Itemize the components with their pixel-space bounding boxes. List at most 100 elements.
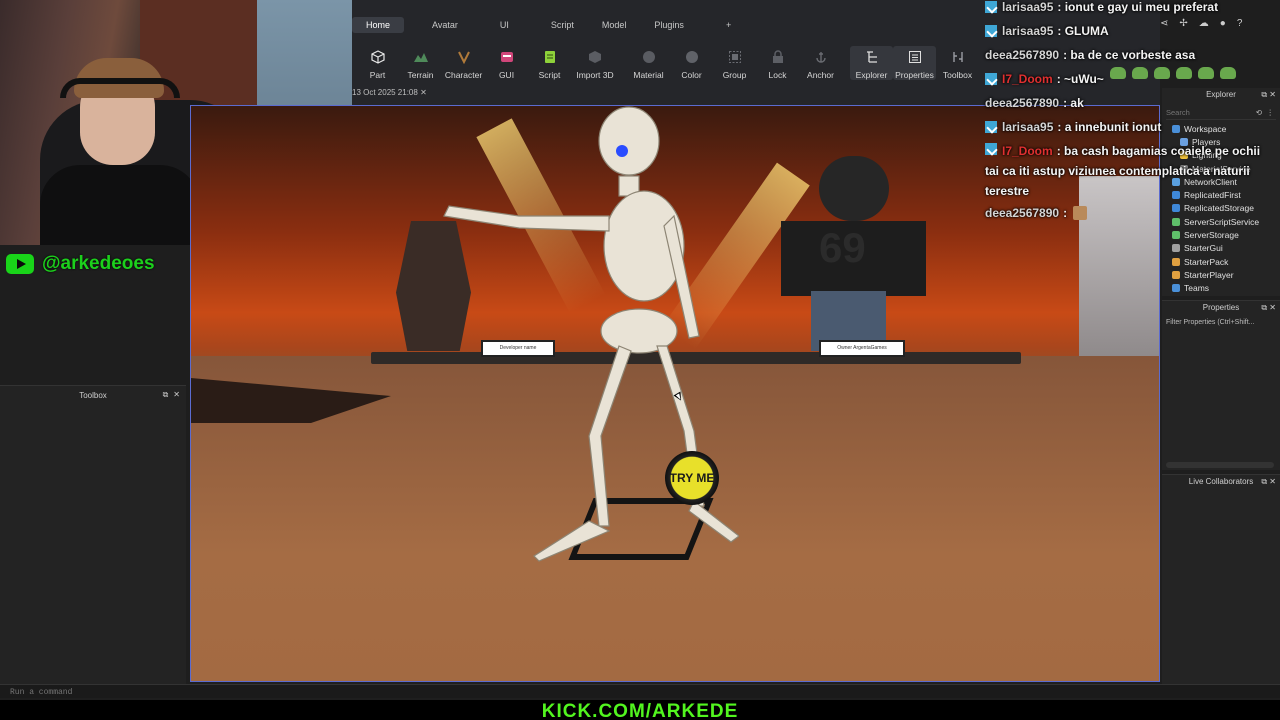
tree-item-teams[interactable]: Teams: [1162, 282, 1280, 295]
cat-emote-icon: [1073, 206, 1088, 220]
gui-label: GUI: [498, 70, 515, 80]
tab-script[interactable]: Script: [537, 17, 588, 33]
group-icon: [727, 49, 743, 65]
avatar-model-head[interactable]: [819, 156, 889, 221]
lock-button[interactable]: Lock: [756, 46, 799, 80]
material-icon: [641, 49, 657, 65]
command-input[interactable]: [10, 688, 310, 697]
close-icon[interactable]: ✕: [173, 390, 180, 400]
anchor-button[interactable]: Anchor: [799, 46, 842, 80]
chat-text: : GLUMA: [1057, 24, 1109, 38]
tab-plugins[interactable]: Plugins: [640, 17, 698, 33]
tab-avatar[interactable]: Avatar: [418, 17, 472, 33]
tree-item-server-storage[interactable]: ServerStorage: [1162, 228, 1280, 241]
place-tab[interactable]: 13 Oct 2025 21:08 ✕: [352, 88, 427, 97]
tree-item-label: StarterPack: [1184, 256, 1229, 267]
tree-item-starter-gui[interactable]: StarterGui: [1162, 242, 1280, 255]
chat-message: deea2567890:: [985, 201, 1275, 225]
import-3d-icon: [587, 49, 603, 65]
lock-label: Lock: [768, 70, 787, 80]
tab-ui[interactable]: UI: [486, 17, 523, 33]
tab-home[interactable]: Home: [352, 17, 405, 33]
group-button[interactable]: Group: [713, 46, 756, 80]
chat-username: larisaa95: [1002, 24, 1054, 38]
toolbox-button[interactable]: Toolbox: [936, 46, 979, 80]
part-button[interactable]: Part: [356, 46, 399, 80]
script-label: Script: [538, 70, 561, 80]
frog-emote-icon: [1175, 67, 1192, 79]
verified-badge-icon: [985, 121, 997, 133]
chat-username: deea2567890: [985, 96, 1060, 110]
frog-emote-icon: [1153, 67, 1170, 79]
script-icon: [542, 49, 558, 65]
popout-icon[interactable]: ⧉: [1261, 477, 1267, 486]
part-label: Part: [369, 70, 386, 80]
live-panel-controls: ⧉ ✕: [1261, 475, 1276, 489]
gui-button[interactable]: GUI: [485, 46, 528, 80]
properties-button[interactable]: Properties: [893, 46, 936, 80]
color-button[interactable]: Color: [670, 46, 713, 80]
headphones-icon: [60, 78, 180, 98]
chat-message: deea2567890: ba de ce vorbeste asa: [985, 43, 1275, 67]
chat-message: larisaa95: GLUMA: [985, 19, 1275, 43]
material-button[interactable]: Material: [627, 46, 670, 80]
toolbox-panel: Toolbox ⧉ ✕: [0, 385, 186, 685]
try-me-button[interactable]: TRY ME: [665, 451, 719, 505]
properties-title: Properties: [1202, 303, 1240, 312]
skeleton-eye: [616, 145, 628, 157]
stream-chat: larisaa95: ionut e gay ui meu preferat l…: [985, 0, 1275, 225]
properties-panel-controls: ⧉ ✕: [1261, 301, 1276, 315]
close-icon[interactable]: ✕: [1269, 477, 1276, 486]
terrain-label: Terrain: [407, 70, 434, 80]
youtube-icon: [6, 254, 34, 274]
terrain-icon: [413, 49, 429, 65]
popout-icon[interactable]: ⧉: [1261, 303, 1267, 312]
tree-item-starter-player[interactable]: StarterPlayer: [1162, 268, 1280, 281]
tree-item-label: StarterPlayer: [1184, 269, 1234, 280]
chat-message: I7_Doom: ~uWu~: [985, 67, 1275, 91]
terrain-button[interactable]: Terrain: [399, 46, 442, 80]
frog-emote-icon: [1197, 67, 1214, 79]
character-button[interactable]: Character: [442, 46, 485, 80]
color-label: Color: [681, 70, 702, 80]
chat-text: :: [1063, 206, 1068, 220]
character-label: Character: [444, 70, 483, 80]
chat-text: : ~uWu~: [1056, 72, 1104, 86]
chat-message: deea2567890: ak: [985, 91, 1275, 115]
youtube-handle: @arkedeoes: [6, 250, 155, 278]
chat-text: : ba de ce vorbeste asa: [1063, 48, 1196, 62]
close-icon[interactable]: ✕: [420, 88, 427, 97]
tree-item-label: StarterGui: [1184, 243, 1223, 254]
explorer-label: Explorer: [855, 70, 888, 80]
properties-label: Properties: [895, 70, 934, 80]
script-button[interactable]: Script: [528, 46, 571, 80]
close-icon[interactable]: ✕: [1269, 303, 1276, 312]
place-tab-label: 13 Oct 2025 21:08: [352, 88, 418, 97]
properties-filter[interactable]: Filter Properties (Ctrl+Shift...: [1162, 315, 1280, 330]
live-collaborators-title: Live Collaborators: [1188, 477, 1254, 486]
properties-panel: Properties ⧉ ✕ Filter Properties (Ctrl+S…: [1162, 300, 1280, 470]
tree-item-starter-pack[interactable]: StarterPack: [1162, 255, 1280, 268]
chat-username: deea2567890: [985, 206, 1060, 220]
owner-sign: Owner ArgentaGames: [819, 340, 905, 357]
lock-icon: [770, 49, 786, 65]
frog-emote-icon: [1219, 67, 1236, 79]
material-label: Material: [633, 70, 664, 80]
youtube-handle-text: @arkedeoes: [42, 253, 155, 274]
import-3d-button[interactable]: Import 3D: [571, 46, 619, 80]
tree-item-label: ServerStorage: [1184, 230, 1239, 241]
chat-message: larisaa95: ionut e gay ui meu preferat: [985, 0, 1275, 19]
avatar-torso-print: 69: [819, 224, 866, 271]
skeleton-model[interactable]: [439, 106, 739, 576]
explorer-button[interactable]: Explorer: [850, 46, 893, 80]
verified-badge-icon: [985, 1, 997, 13]
tab-model[interactable]: Model: [588, 17, 641, 33]
properties-scrollbar[interactable]: [1166, 462, 1274, 468]
toolbox-title: Toolbox: [79, 391, 107, 400]
group-label: Group: [722, 70, 747, 80]
add-tab-button[interactable]: +: [712, 17, 745, 33]
anchor-label: Anchor: [807, 70, 834, 80]
command-bar: [0, 684, 1280, 698]
popout-icon[interactable]: ⧉: [163, 390, 169, 400]
properties-icon: [907, 49, 923, 65]
